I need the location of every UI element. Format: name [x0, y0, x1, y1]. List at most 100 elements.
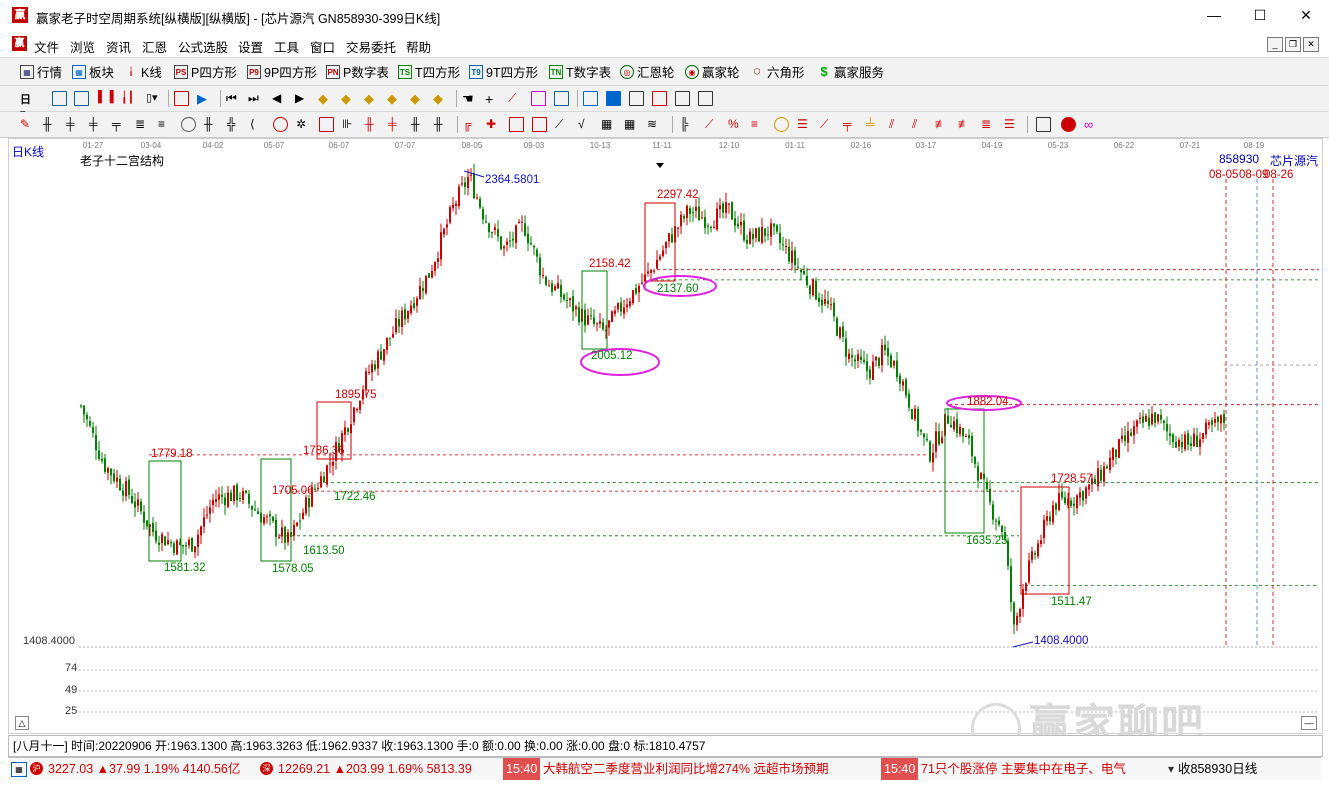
tool-icon-21[interactable]: [509, 117, 524, 132]
tool-icon-13[interactable]: [319, 117, 334, 132]
save-icon[interactable]: [652, 91, 667, 106]
mdi-minimize-button[interactable]: _: [1267, 37, 1283, 52]
scroll-up-button[interactable]: △: [15, 716, 29, 730]
doc-icon[interactable]: [74, 91, 89, 106]
tool-icon-20[interactable]: ✚: [486, 117, 501, 132]
tool-icon-37[interactable]: ⫽: [912, 117, 927, 132]
tool-icon-11[interactable]: [273, 117, 288, 132]
menu-help[interactable]: 帮助: [406, 37, 431, 56]
crosshair-icon[interactable]: +: [485, 91, 500, 107]
page-icon[interactable]: [629, 91, 644, 106]
tool-icon-35[interactable]: ╧: [866, 117, 881, 132]
menu-formula[interactable]: 公式选股: [178, 37, 228, 56]
tool-icon-4[interactable]: ╤: [112, 117, 127, 132]
tool-icon-1[interactable]: ╫: [43, 117, 58, 132]
tool-icon-12[interactable]: ✲: [296, 117, 311, 132]
layout-dropdown-icon[interactable]: 日▾: [20, 91, 35, 120]
zoom-icon[interactable]: [52, 91, 67, 106]
scroll-right-button[interactable]: —: [1301, 716, 1317, 730]
toolbar-winner-wheel-button[interactable]: ◉ 赢家轮: [685, 63, 740, 80]
tool-icon-38[interactable]: ≢: [935, 117, 950, 132]
mdi-restore-button[interactable]: ❐: [1285, 37, 1301, 52]
tool-icon-23[interactable]: ⟋: [555, 117, 570, 132]
infinity-icon[interactable]: ∞: [1084, 117, 1099, 132]
flag-icon[interactable]: ▶: [197, 91, 212, 106]
diamond-icon-2[interactable]: ◆: [341, 91, 356, 106]
candles-icon[interactable]: ╽┃: [121, 91, 136, 106]
diamond-icon-1[interactable]: ◆: [318, 91, 333, 106]
tool-icon-31[interactable]: [774, 117, 789, 132]
grid-layout-icon[interactable]: [1036, 117, 1051, 132]
tool-icon-29[interactable]: ⟋: [705, 117, 720, 132]
tool-icon-2[interactable]: ╪: [66, 117, 81, 132]
diamond-icon-6[interactable]: ◆: [433, 91, 448, 106]
toolbar-huien-wheel-button[interactable]: ◎ 汇恩轮: [620, 63, 675, 80]
menu-trade[interactable]: 交易委托: [346, 37, 396, 56]
tool-icon-10[interactable]: ⟨: [250, 117, 265, 132]
diamond-icon-5[interactable]: ◆: [410, 91, 425, 106]
toolbar-service-button[interactable]: $ 赢家服务: [817, 63, 884, 80]
menu-file[interactable]: 文件: [34, 37, 59, 56]
tool-icon-14[interactable]: ⊪: [342, 117, 357, 132]
tool-icon-8[interactable]: ╫: [204, 117, 219, 132]
toolbar-t9-button[interactable]: T9 9T四方形: [469, 63, 538, 80]
menu-huien[interactable]: 汇恩: [142, 37, 167, 56]
circle-icon[interactable]: [554, 91, 569, 106]
table-icon[interactable]: [606, 91, 621, 106]
diamond-icon-3[interactable]: ◆: [364, 91, 379, 106]
tool-icon-36[interactable]: ⫽: [889, 117, 904, 132]
toolbar-kline-button[interactable]: ╽ K线: [124, 63, 162, 80]
tool-icon-32[interactable]: ☰: [797, 117, 812, 132]
hand-icon[interactable]: ☚: [462, 91, 477, 106]
menu-tools[interactable]: 工具: [274, 37, 299, 56]
toolbar-hexagon-button[interactable]: ⬡ 六角形: [750, 63, 805, 80]
news-item-2[interactable]: 71只个股涨停 主要集中在电子、电气: [921, 758, 1126, 780]
menu-info[interactable]: 资讯: [106, 37, 131, 56]
tool-icon-17[interactable]: ╫: [411, 117, 426, 132]
toolbar-ts-button[interactable]: TS T四方形: [398, 63, 460, 80]
minimize-button[interactable]: —: [1191, 0, 1237, 31]
tool-icon-16[interactable]: ╪: [388, 117, 403, 132]
tool-icon-7[interactable]: [181, 117, 196, 132]
tool-icon-24[interactable]: √: [578, 117, 593, 132]
news-item-1[interactable]: 大韩航空二季度营业利润同比增274% 远超市场预期: [543, 758, 828, 780]
tool-icon-28[interactable]: ╠: [680, 117, 695, 132]
pen-icon[interactable]: ✎: [20, 117, 35, 132]
first-icon[interactable]: ⏮: [226, 91, 241, 106]
tool-icon-41[interactable]: ☰: [1004, 117, 1019, 132]
tool-icon-19[interactable]: ╔: [463, 117, 478, 132]
tool-icon-33[interactable]: ⟋: [820, 117, 835, 132]
maximize-button[interactable]: ☐: [1237, 0, 1283, 31]
left-icon[interactable]: ◀: [272, 91, 287, 106]
market-grid-icon[interactable]: ▦: [11, 762, 27, 777]
menu-window[interactable]: 窗口: [310, 37, 335, 56]
tool-icon-39[interactable]: ≢: [958, 117, 973, 132]
toolbar-ps-button[interactable]: PS P四方形: [174, 63, 237, 80]
candle-dropdown-icon[interactable]: ▯▾: [146, 91, 161, 106]
export-icon[interactable]: [698, 91, 713, 106]
tool-icon-18[interactable]: ╫: [434, 117, 449, 132]
diamond-icon-4[interactable]: ◆: [387, 91, 402, 106]
menu-settings[interactable]: 设置: [238, 37, 263, 56]
indicator-icon[interactable]: [174, 91, 189, 106]
mdi-close-button[interactable]: ✕: [1303, 37, 1319, 52]
menu-browse[interactable]: 浏览: [70, 37, 95, 56]
tool-icon-26[interactable]: ▦: [624, 117, 639, 132]
right-icon[interactable]: ▶: [295, 91, 310, 106]
ticker-dropdown-icon[interactable]: ▾: [1168, 758, 1174, 780]
toolbar-p9-button[interactable]: P9 9P四方形: [247, 63, 317, 80]
tool-icon-30[interactable]: ≡: [751, 117, 766, 132]
tool-icon-6[interactable]: ≡: [158, 117, 173, 132]
tool-icon-27[interactable]: ≋: [647, 117, 662, 132]
polyline-icon[interactable]: ⟋: [508, 91, 523, 106]
sh-index-quote[interactable]: 3227.03 ▲37.99 1.19% 4140.56亿: [48, 758, 240, 780]
tool-icon-25[interactable]: ▦: [601, 117, 616, 132]
sz-index-quote[interactable]: 12269.21 ▲203.99 1.69% 5813.39: [278, 758, 472, 780]
tool-icon-3[interactable]: ╪: [89, 117, 104, 132]
tool-icon-34[interactable]: ╤: [843, 117, 858, 132]
tag-icon[interactable]: [531, 91, 546, 106]
close-button[interactable]: ✕: [1283, 0, 1329, 31]
kline-chart[interactable]: 01-27 03-04 04-02 05-07 06-07 07-07 08-05 09-03…: [9, 139, 1322, 733]
tool-icon-9[interactable]: ╬: [227, 117, 242, 132]
bars-icon[interactable]: ▌▐: [98, 91, 114, 106]
